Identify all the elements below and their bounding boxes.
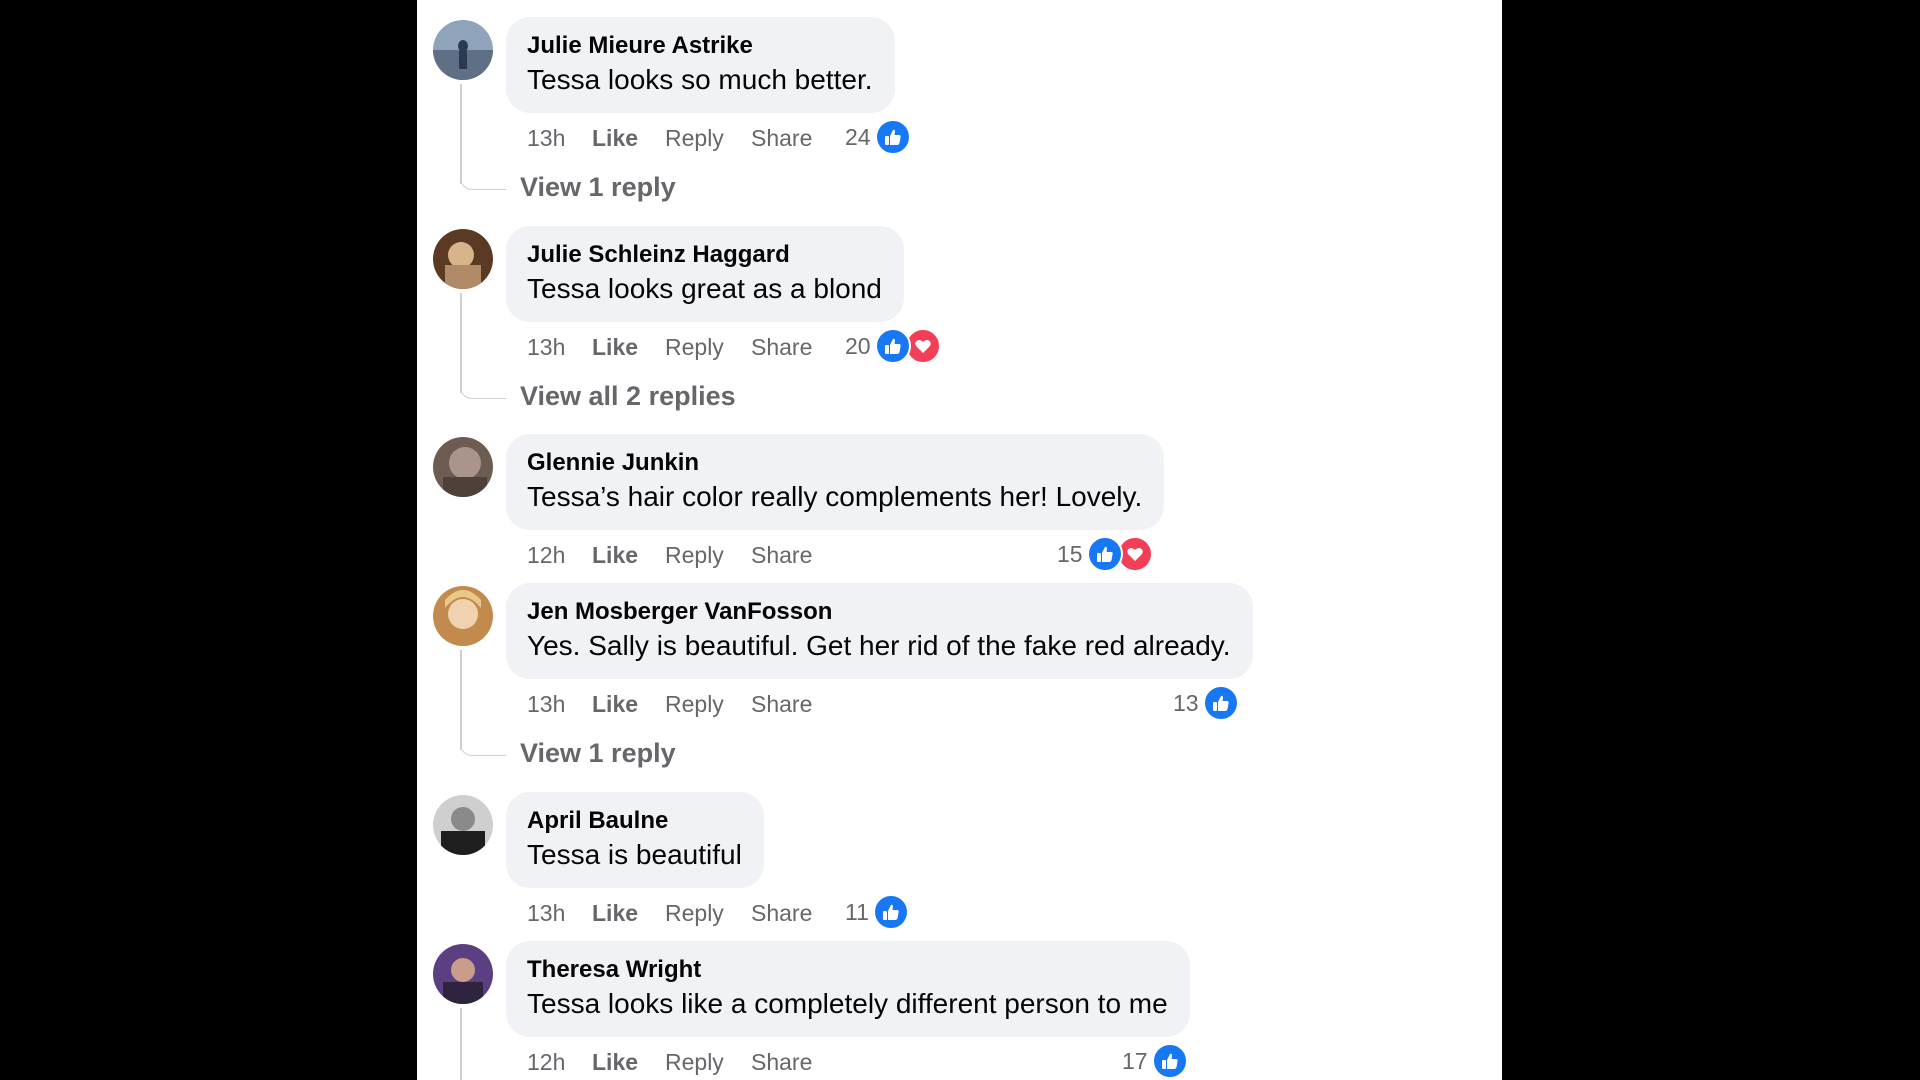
reaction-summary[interactable]: 20 (845, 328, 941, 364)
reaction-count: 11 (845, 899, 869, 925)
like-icon (874, 328, 911, 364)
comment: Glennie Junkin Tessa’s hair color really… (417, 434, 1502, 577)
reaction-summary[interactable]: 11 (845, 894, 909, 930)
comment: Theresa Wright Tessa looks like a comple… (417, 941, 1502, 1080)
like-button[interactable]: Like (592, 689, 638, 719)
reaction-count: 13 (1173, 690, 1199, 716)
reaction-count: 17 (1122, 1048, 1148, 1074)
comment: Julie Schleinz Haggard Tessa looks great… (417, 226, 1502, 411)
comment-timestamp[interactable]: 13h (527, 898, 565, 928)
comment-text: Tessa looks like a completely different … (527, 988, 1168, 1019)
reaction-summary[interactable]: 17 (1122, 1043, 1188, 1079)
like-icon (1202, 685, 1239, 721)
reply-button[interactable]: Reply (665, 1047, 724, 1077)
comment-timestamp[interactable]: 13h (527, 689, 565, 719)
reply-button[interactable]: Reply (665, 332, 724, 362)
avatar[interactable] (433, 229, 493, 289)
comment-bubble: Julie Mieure Astrike Tessa looks so much… (506, 17, 895, 113)
comment-timestamp[interactable]: 12h (527, 1047, 565, 1077)
comment-bubble: Glennie Junkin Tessa’s hair color really… (506, 434, 1165, 530)
share-button[interactable]: Share (751, 898, 812, 928)
share-button[interactable]: Share (751, 332, 812, 362)
comment-bubble: Theresa Wright Tessa looks like a comple… (506, 941, 1190, 1037)
comment-author[interactable]: Glennie Junkin (527, 448, 1142, 478)
avatar[interactable] (433, 944, 493, 1004)
view-replies-link[interactable]: View 1 reply (520, 736, 676, 770)
like-icon (872, 894, 909, 930)
reaction-summary[interactable]: 24 (845, 119, 911, 155)
comment-author[interactable]: Theresa Wright (527, 955, 1168, 985)
comment-text: Tessa looks so much better. (527, 64, 873, 95)
reaction-summary[interactable]: 15 (1057, 536, 1153, 572)
like-icon (1086, 536, 1123, 572)
like-button[interactable]: Like (592, 1047, 638, 1077)
comment-author[interactable]: Julie Mieure Astrike (527, 31, 873, 61)
comment-text: Tessa’s hair color really complements he… (527, 481, 1143, 512)
avatar[interactable] (433, 437, 493, 497)
like-icon (1151, 1043, 1188, 1079)
reply-button[interactable]: Reply (665, 123, 724, 153)
comment-author[interactable]: Jen Mosberger VanFosson (527, 597, 1231, 627)
reaction-count: 24 (845, 124, 871, 150)
view-replies-link[interactable]: View all 2 replies (520, 379, 736, 413)
avatar[interactable] (433, 795, 493, 855)
view-replies-link[interactable]: View 1 reply (520, 170, 676, 204)
comment-author[interactable]: April Baulne (527, 806, 742, 836)
comment-bubble: Jen Mosberger VanFosson Yes. Sally is be… (506, 583, 1253, 679)
reply-button[interactable]: Reply (665, 540, 724, 570)
share-button[interactable]: Share (751, 689, 812, 719)
share-button[interactable]: Share (751, 123, 812, 153)
comments-panel: Julie Mieure Astrike Tessa looks so much… (417, 0, 1502, 1080)
like-button[interactable]: Like (592, 123, 638, 153)
comment-timestamp[interactable]: 13h (527, 332, 565, 362)
reply-button[interactable]: Reply (665, 689, 724, 719)
comment-text: Yes. Sally is beautiful. Get her rid of … (527, 630, 1231, 661)
reaction-summary[interactable]: 13 (1173, 685, 1239, 721)
avatar[interactable] (433, 20, 493, 80)
reply-button[interactable]: Reply (665, 898, 724, 928)
comment-author[interactable]: Julie Schleinz Haggard (527, 240, 882, 270)
like-button[interactable]: Like (592, 898, 638, 928)
comment-bubble: Julie Schleinz Haggard Tessa looks great… (506, 226, 904, 322)
like-button[interactable]: Like (592, 540, 638, 570)
comment-timestamp[interactable]: 13h (527, 123, 565, 153)
comment-bubble: April Baulne Tessa is beautiful (506, 792, 764, 888)
comment: Julie Mieure Astrike Tessa looks so much… (417, 17, 1502, 202)
reaction-count: 15 (1057, 541, 1083, 567)
comment: Jen Mosberger VanFosson Yes. Sally is be… (417, 583, 1502, 768)
like-button[interactable]: Like (592, 332, 638, 362)
comment: April Baulne Tessa is beautiful 13h Like… (417, 792, 1502, 935)
comment-timestamp[interactable]: 12h (527, 540, 565, 570)
avatar[interactable] (433, 586, 493, 646)
share-button[interactable]: Share (751, 1047, 812, 1077)
reaction-count: 20 (845, 333, 871, 359)
like-icon (874, 119, 911, 155)
share-button[interactable]: Share (751, 540, 812, 570)
comment-text: Tessa looks great as a blond (527, 273, 882, 304)
comment-text: Tessa is beautiful (527, 839, 742, 870)
